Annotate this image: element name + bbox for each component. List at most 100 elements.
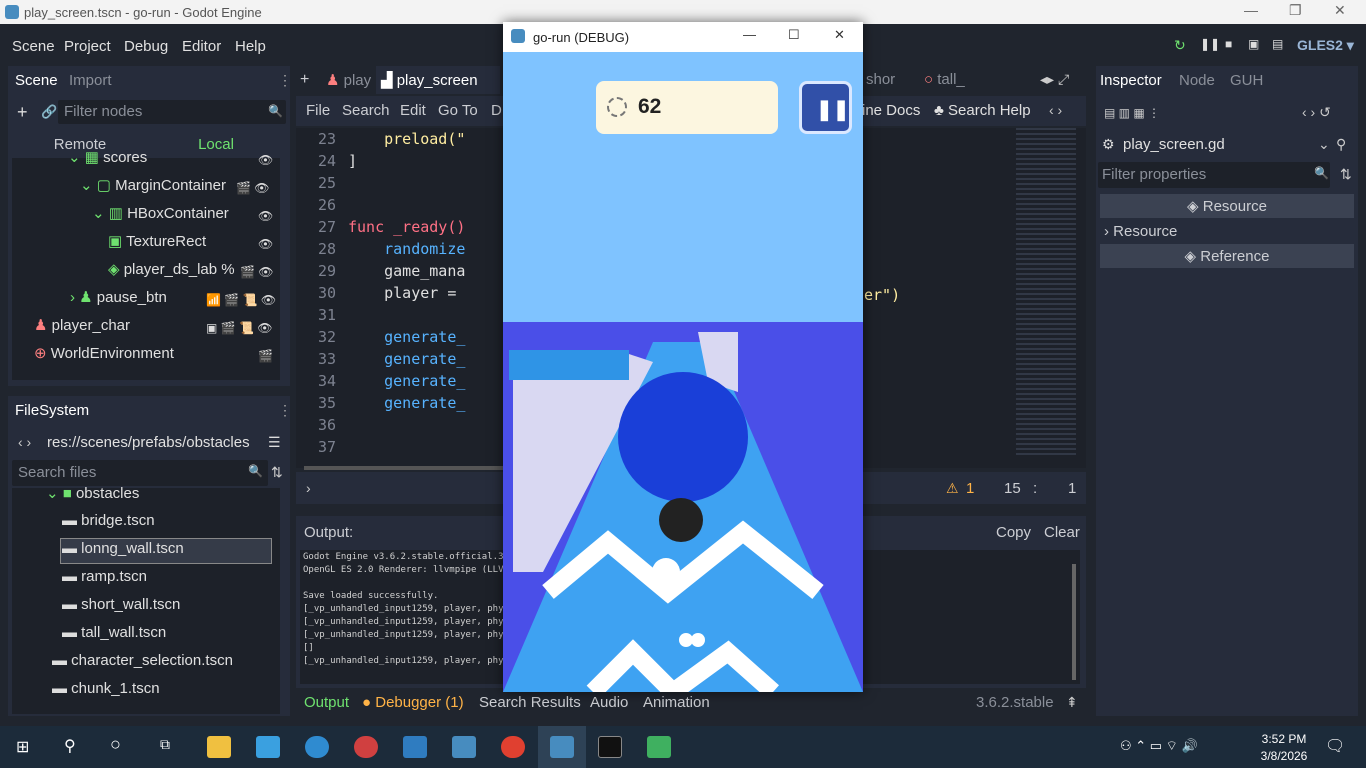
chevron-down-icon[interactable]: ⌄ xyxy=(1318,136,1330,153)
stop-icon[interactable]: ■ xyxy=(1225,37,1232,51)
tab-debugger[interactable]: ● Debugger (1) xyxy=(362,694,464,711)
back-icon[interactable]: ‹ › xyxy=(18,434,31,450)
group-icon[interactable]: 🎬 👁 xyxy=(236,181,270,195)
notifications-icon[interactable]: 🗨 xyxy=(1325,736,1345,756)
object-menu-icon[interactable]: ⚲ xyxy=(1336,136,1346,153)
horizontal-scrollbar[interactable] xyxy=(304,466,504,470)
inspected-file[interactable]: play_screen.gd xyxy=(1123,136,1225,153)
tree-item-texturerect[interactable]: ▣ TextureRect xyxy=(108,232,206,260)
filter-options-icon[interactable]: ⇅ xyxy=(1340,166,1352,183)
cortana-icon[interactable]: ○ xyxy=(110,734,121,755)
app-icon[interactable] xyxy=(305,736,329,758)
search-files-input[interactable]: Search files xyxy=(12,460,268,486)
tree-item-margincontainer[interactable]: ⌄ ▢ MarginContainer xyxy=(80,176,226,204)
visibility-icon[interactable]: 👁 xyxy=(258,237,273,251)
paint-icon[interactable] xyxy=(256,736,280,758)
tab-inspector[interactable]: Inspector xyxy=(1100,72,1162,89)
file-bridge[interactable]: ▬ bridge.tscn xyxy=(62,512,155,540)
android-icon[interactable] xyxy=(647,736,671,758)
maximize-icon[interactable]: ☐ xyxy=(788,27,800,43)
tab-import[interactable]: Import xyxy=(69,72,112,89)
game-window[interactable]: go-run (DEBUG) — ☐ ✕ 62 ❚❚ xyxy=(503,22,863,692)
file-explorer-icon[interactable] xyxy=(207,736,231,758)
tab-search-results[interactable]: Search Results xyxy=(479,694,581,711)
script-menu-file[interactable]: File xyxy=(306,102,330,119)
tab-short[interactable]: shor xyxy=(866,71,895,88)
tab-scene[interactable]: Scene xyxy=(15,72,58,89)
restore-icon[interactable]: ❐ xyxy=(1289,2,1302,19)
copy-button[interactable]: Copy xyxy=(996,524,1031,541)
warning-icon[interactable]: ⚠ xyxy=(946,480,959,497)
menu-debug[interactable]: Debug xyxy=(124,38,168,55)
script-menu-goto[interactable]: Go To xyxy=(438,102,478,119)
sort-icon[interactable]: ⇅ xyxy=(271,464,283,481)
tab-output[interactable]: Output xyxy=(304,694,349,711)
add-node-icon[interactable]: + xyxy=(17,102,28,123)
path-field[interactable]: res://scenes/prefabs/obstacles xyxy=(47,434,250,451)
tab-guh[interactable]: GUH xyxy=(1230,72,1263,89)
app-icon[interactable] xyxy=(354,736,378,758)
expand-panel-icon[interactable]: ⇞ xyxy=(1066,694,1078,711)
menu-editor[interactable]: Editor xyxy=(182,38,221,55)
tree-item-player-ds-lab[interactable]: ◈ player_ds_lab % xyxy=(108,260,235,288)
system-tray-icons[interactable]: ⚇ ⌃ ▭ ⌔ 🔊 xyxy=(1120,738,1198,754)
tab-audio[interactable]: Audio xyxy=(590,694,628,711)
chrome-icon[interactable] xyxy=(501,736,525,758)
close-icon[interactable]: ✕ xyxy=(1334,2,1346,19)
resource-header[interactable]: ◈ Resource xyxy=(1100,194,1354,218)
search-icon[interactable]: ⚲ xyxy=(64,736,76,756)
play-scene-icon[interactable]: ▣ xyxy=(1248,37,1259,51)
dock-menu-icon[interactable]: ⋮ xyxy=(278,72,292,89)
tab-animation[interactable]: Animation xyxy=(643,694,710,711)
online-docs-button[interactable]: ine Docs xyxy=(862,102,920,119)
tab-tall[interactable]: ○ tall_ xyxy=(924,71,965,88)
godot-icon[interactable] xyxy=(452,736,476,758)
pause-button[interactable]: ❚❚ xyxy=(799,81,852,134)
file-chunk-1[interactable]: ▬ chunk_1.tscn xyxy=(52,680,160,708)
toggle-panel-icon[interactable]: › xyxy=(306,480,311,496)
tab-nav-icon[interactable]: ◂▸ ⤢ xyxy=(1040,71,1069,88)
filter-nodes-input[interactable]: Filter nodes xyxy=(58,100,286,124)
script-icon[interactable]: 🎬 👁 xyxy=(240,265,274,279)
file-character-selection[interactable]: ▬ character_selection.tscn xyxy=(52,652,233,680)
visibility-icon[interactable]: 👁 xyxy=(258,209,273,223)
minimap[interactable] xyxy=(1016,128,1076,458)
folder-obstacles[interactable]: ⌄ ■ obstacles xyxy=(46,484,139,512)
pause-icon[interactable]: ❚❚ xyxy=(1200,37,1220,51)
split-mode-icon[interactable]: ☰ xyxy=(268,434,281,451)
add-tab-icon[interactable]: + xyxy=(300,71,309,89)
file-ramp[interactable]: ▬ ramp.tscn xyxy=(62,568,147,596)
search-help-button[interactable]: ♣ Search Help xyxy=(934,102,1031,119)
script-menu-search[interactable]: Search xyxy=(342,102,390,119)
script-icon[interactable]: 🎬 xyxy=(258,349,273,363)
tree-item-player-char[interactable]: ♟ player_char xyxy=(34,316,130,344)
tree-item-scores[interactable]: ⌄ ▦ scores xyxy=(68,148,147,176)
vscode-icon[interactable] xyxy=(403,736,427,758)
godot-icon[interactable] xyxy=(550,736,574,758)
history-icon[interactable]: ‹ › ↺ xyxy=(1302,104,1331,121)
renderer-select[interactable]: GLES2 ▾ xyxy=(1297,37,1354,54)
script-menu-debug[interactable]: D xyxy=(491,102,502,119)
resource-property[interactable]: › Resource xyxy=(1104,223,1177,240)
terminal-icon[interactable] xyxy=(598,736,622,758)
tab-node[interactable]: Node xyxy=(1179,72,1215,89)
reference-header[interactable]: ◈ Reference xyxy=(1100,244,1354,268)
clock[interactable]: 3:52 PM 3/8/2026 xyxy=(1256,732,1312,763)
file-tall-wall[interactable]: ▬ tall_wall.tscn xyxy=(62,624,166,652)
signals-icon[interactable]: 📶 🎬 📜 👁 xyxy=(206,293,276,307)
task-view-icon[interactable]: ⧉ xyxy=(160,736,170,753)
instance-icon[interactable]: ▣ 🎬 📜 👁 xyxy=(206,321,272,335)
clear-button[interactable]: Clear xyxy=(1044,524,1080,541)
reload-icon[interactable]: ↻ xyxy=(1174,37,1186,54)
tab-play[interactable]: ♟ play xyxy=(326,71,371,89)
play-custom-icon[interactable]: ▤ xyxy=(1272,37,1283,51)
minimize-icon[interactable]: — xyxy=(1244,2,1258,18)
tree-item-worldenvironment[interactable]: ⊕ WorldEnvironment xyxy=(34,344,174,372)
menu-project[interactable]: Project xyxy=(64,38,111,55)
output-scrollbar[interactable] xyxy=(1072,564,1076,680)
menu-scene[interactable]: Scene xyxy=(12,38,55,55)
filter-properties-input[interactable]: Filter properties xyxy=(1098,162,1330,188)
script-menu-edit[interactable]: Edit xyxy=(400,102,426,119)
inspector-toolbar-icons[interactable]: ▤ ▥ ▦ ⋮ xyxy=(1104,106,1160,120)
file-lonng-wall[interactable]: ▬ lonng_wall.tscn xyxy=(62,540,184,568)
